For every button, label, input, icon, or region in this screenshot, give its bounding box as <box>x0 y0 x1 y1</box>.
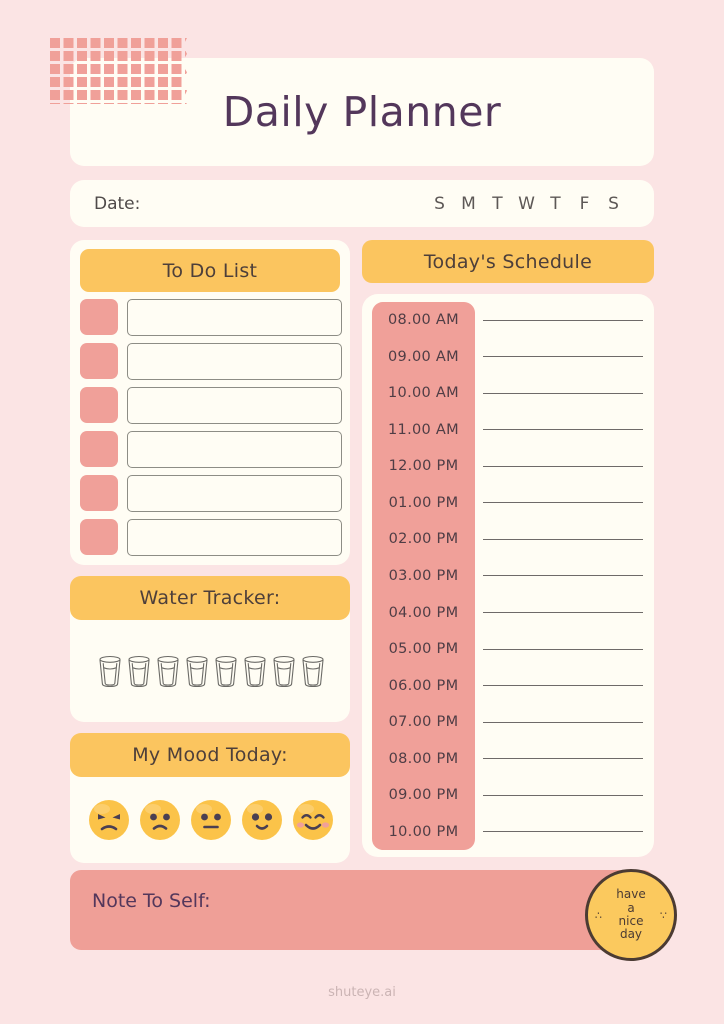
todo-row[interactable] <box>80 474 342 512</box>
todo-row[interactable] <box>80 518 342 556</box>
schedule-time-11: 07.00 PM <box>388 714 459 731</box>
schedule-line-12[interactable] <box>483 758 643 760</box>
schedule-times: 08.00 AM 09.00 AM 10.00 AM 11.00 AM 12.00 PM… <box>372 302 475 850</box>
todo-checkbox[interactable] <box>80 343 118 379</box>
date-card[interactable]: Date: S M T W T F S <box>70 180 654 227</box>
schedule-line-4[interactable] <box>483 465 643 467</box>
schedule-time-8: 04.00 PM <box>388 604 459 621</box>
water-glass-icon[interactable] <box>242 655 268 692</box>
water-glass-icon[interactable] <box>97 655 123 692</box>
schedule-time-13: 09.00 PM <box>388 787 459 804</box>
schedule-time-0: 08.00 AM <box>388 312 459 329</box>
todo-rows <box>80 298 342 563</box>
date-label: Date: <box>94 193 141 214</box>
stamp-dots-right: ∵ <box>660 909 667 922</box>
schedule-line-5[interactable] <box>483 502 643 504</box>
schedule-line-14[interactable] <box>483 831 643 833</box>
stamp-line-3: nice <box>618 914 644 928</box>
todo-row[interactable] <box>80 386 342 424</box>
schedule-line-9[interactable] <box>483 648 643 650</box>
todo-checkbox[interactable] <box>80 519 118 555</box>
schedule-time-14: 10.00 PM <box>388 823 459 840</box>
schedule-line-10[interactable] <box>483 685 643 687</box>
todo-input[interactable] <box>127 430 342 468</box>
schedule-time-6: 02.00 PM <box>388 531 459 548</box>
water-glasses[interactable] <box>80 630 342 716</box>
mood-options[interactable] <box>80 787 342 857</box>
todo-row[interactable] <box>80 298 342 336</box>
water-glass-icon[interactable] <box>271 655 297 692</box>
neutral-face-icon[interactable] <box>189 798 233 846</box>
todo-input[interactable] <box>127 342 342 380</box>
schedule-entry-lines[interactable] <box>483 302 643 850</box>
schedule-line-0[interactable] <box>483 319 643 321</box>
water-glass-icon[interactable] <box>126 655 152 692</box>
todo-checkbox[interactable] <box>80 299 118 335</box>
very-happy-face-icon[interactable] <box>291 798 335 846</box>
schedule-line-13[interactable] <box>483 794 643 796</box>
schedule-heading: Today's Schedule <box>362 240 654 283</box>
todo-row[interactable] <box>80 430 342 468</box>
mood-heading: My Mood Today: <box>70 733 350 777</box>
water-glass-icon[interactable] <box>155 655 181 692</box>
todo-checkbox[interactable] <box>80 431 118 467</box>
schedule-line-7[interactable] <box>483 575 643 577</box>
todo-input[interactable] <box>127 518 342 556</box>
stamp-dots-left: ∴ <box>595 909 602 922</box>
note-to-self-label: Note To Self: <box>92 890 211 912</box>
weekday-thu[interactable]: T <box>541 194 570 214</box>
todo-input[interactable] <box>127 386 342 424</box>
todo-heading: To Do List <box>80 249 340 292</box>
water-glass-icon[interactable] <box>213 655 239 692</box>
todo-checkbox[interactable] <box>80 475 118 511</box>
water-glass-icon[interactable] <box>184 655 210 692</box>
schedule-time-4: 12.00 PM <box>388 458 459 475</box>
washi-tape-decoration <box>50 38 187 104</box>
schedule-line-2[interactable] <box>483 392 643 394</box>
weekday-wed[interactable]: W <box>512 194 541 214</box>
stamp-line-2: a <box>627 900 635 915</box>
water-glass-icon[interactable] <box>300 655 326 692</box>
water-tracker-heading: Water Tracker: <box>70 576 350 620</box>
schedule-line-6[interactable] <box>483 538 643 540</box>
happy-face-icon[interactable] <box>240 798 284 846</box>
schedule-line-1[interactable] <box>483 356 643 358</box>
weekday-tue[interactable]: T <box>483 194 512 214</box>
schedule-time-5: 01.00 PM <box>388 494 459 511</box>
footer-watermark: shuteye.ai <box>328 985 396 1000</box>
weekday-selector[interactable]: S M T W T F S <box>425 194 628 214</box>
schedule-line-11[interactable] <box>483 721 643 723</box>
schedule-time-2: 10.00 AM <box>388 385 459 402</box>
angry-face-icon[interactable] <box>87 798 131 846</box>
sad-face-icon[interactable] <box>138 798 182 846</box>
schedule-time-3: 11.00 AM <box>388 421 459 438</box>
todo-checkbox[interactable] <box>80 387 118 423</box>
stamp-line-4: day <box>619 927 643 942</box>
todo-input[interactable] <box>127 474 342 512</box>
schedule-line-3[interactable] <box>483 429 643 431</box>
schedule-time-10: 06.00 PM <box>388 677 459 694</box>
todo-input[interactable] <box>127 298 342 336</box>
weekday-fri[interactable]: F <box>570 194 599 214</box>
weekday-sun[interactable]: S <box>425 194 454 214</box>
weekday-sat[interactable]: S <box>599 194 628 214</box>
schedule-line-8[interactable] <box>483 612 643 614</box>
have-a-nice-day-stamp: ∴ ∵ have a nice day <box>585 869 677 961</box>
schedule-time-9: 05.00 PM <box>388 641 459 658</box>
planner-page: Daily Planner Date: S M T W T F S To Do … <box>0 0 724 1024</box>
todo-row[interactable] <box>80 342 342 380</box>
page-title: Daily Planner <box>222 88 502 136</box>
schedule-time-7: 03.00 PM <box>388 567 459 584</box>
schedule-time-1: 09.00 AM <box>388 348 459 365</box>
weekday-mon[interactable]: M <box>454 194 483 214</box>
schedule-time-12: 08.00 PM <box>388 750 459 767</box>
stamp-line-1: have <box>616 887 646 902</box>
